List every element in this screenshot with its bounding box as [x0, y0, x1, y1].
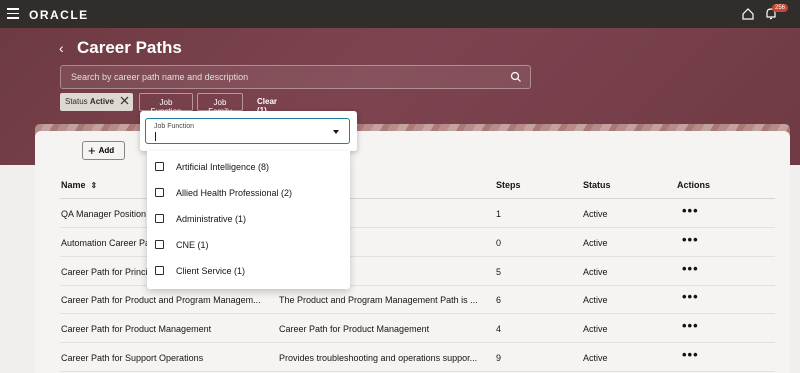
row-steps: 5 — [496, 267, 502, 277]
text-caret — [155, 132, 156, 141]
more-actions-icon[interactable]: ••• — [682, 261, 699, 276]
table-row[interactable]: Career Path for Support Operations Provi… — [60, 343, 775, 372]
sort-icon[interactable]: ⇕ — [91, 181, 98, 190]
option-allied-health-professional[interactable]: Allied Health Professional (2) — [147, 179, 350, 205]
row-status: Active — [583, 353, 608, 363]
job-function-options-list: Artificial Intelligence (8) Allied Healt… — [147, 151, 350, 289]
row-name: Career Path for Product Management — [61, 324, 212, 334]
search-placeholder: Search by career path name and descripti… — [71, 72, 249, 82]
table-row[interactable]: Career Path for Product and Program Mana… — [60, 285, 775, 314]
job-function-field-label: Job Function — [154, 123, 195, 130]
status-filter-label: Status — [65, 97, 88, 106]
column-header-steps: Steps — [496, 180, 521, 190]
option-label: CNE (1) — [176, 240, 209, 250]
row-description: Provides troubleshooting and operations … — [279, 353, 478, 363]
option-cne[interactable]: CNE (1) — [147, 231, 350, 257]
status-filter-value: Active — [89, 97, 114, 106]
status-filter-chip[interactable]: Status Active — [60, 93, 133, 111]
checkbox[interactable] — [155, 266, 164, 275]
checkbox[interactable] — [155, 162, 164, 171]
row-name: Career Path for Support Operations — [61, 353, 204, 363]
page-title: Career Paths — [77, 38, 182, 57]
home-icon[interactable] — [741, 7, 755, 21]
row-steps: 9 — [496, 353, 502, 363]
notification-badge: 256 — [772, 4, 789, 12]
row-steps: 4 — [496, 324, 502, 334]
add-button[interactable]: + Add — [82, 141, 125, 160]
option-label: Allied Health Professional (2) — [176, 188, 293, 198]
plus-icon: + — [88, 143, 96, 158]
column-header-actions: Actions — [677, 180, 711, 190]
search-input[interactable]: Search by career path name and descripti… — [60, 65, 531, 89]
column-header-name-label: Name — [61, 180, 86, 190]
column-header-name[interactable]: Name ⇕ — [61, 180, 97, 190]
more-actions-icon[interactable]: ••• — [682, 203, 699, 218]
row-description: The Product and Program Management Path … — [279, 295, 478, 305]
option-client-service[interactable]: Client Service (1) — [147, 257, 350, 283]
more-actions-icon[interactable]: ••• — [682, 347, 699, 362]
row-status: Active — [583, 295, 608, 305]
hamburger-icon[interactable] — [7, 8, 19, 19]
more-actions-icon[interactable]: ••• — [682, 318, 699, 333]
row-status: Active — [583, 267, 608, 277]
row-steps: 1 — [496, 209, 502, 219]
more-actions-icon[interactable]: ••• — [682, 232, 699, 247]
job-function-select[interactable]: Job Function — [145, 118, 350, 144]
job-function-dropdown: Job Function — [140, 111, 357, 151]
back-chevron-icon[interactable]: ‹ — [59, 40, 64, 56]
row-status: Active — [583, 238, 608, 248]
option-administrative[interactable]: Administrative (1) — [147, 205, 350, 231]
option-artificial-intelligence[interactable]: Artificial Intelligence (8) — [147, 153, 350, 179]
job-family-filter[interactable]: Job Family — [197, 93, 243, 116]
row-name: Career Path for Product and Program Mana… — [61, 295, 261, 305]
close-icon[interactable] — [120, 96, 129, 105]
row-status: Active — [583, 209, 608, 219]
caret-down-icon[interactable] — [333, 130, 339, 134]
checkbox[interactable] — [155, 240, 164, 249]
row-steps: 6 — [496, 295, 502, 305]
option-label: Artificial Intelligence (8) — [176, 162, 270, 172]
row-steps: 0 — [496, 238, 502, 248]
oracle-logo[interactable]: ORACLE — [29, 8, 89, 22]
option-label: Administrative (1) — [176, 214, 247, 224]
search-icon[interactable] — [510, 71, 522, 83]
checkbox[interactable] — [155, 214, 164, 223]
add-label: Add — [98, 146, 115, 155]
clear-filters-link[interactable]: Clear (1) — [252, 93, 292, 115]
table-row[interactable]: Career Path for Product Management Caree… — [60, 314, 775, 343]
row-description: Career Path for Product Management — [279, 324, 430, 334]
option-label: Client Service (1) — [176, 266, 246, 276]
row-status: Active — [583, 324, 608, 334]
top-bar: ORACLE 256 — [0, 0, 800, 28]
checkbox[interactable] — [155, 188, 164, 197]
job-function-filter[interactable]: Job Function — [139, 93, 193, 116]
more-actions-icon[interactable]: ••• — [682, 289, 699, 304]
column-header-status: Status — [583, 180, 611, 190]
